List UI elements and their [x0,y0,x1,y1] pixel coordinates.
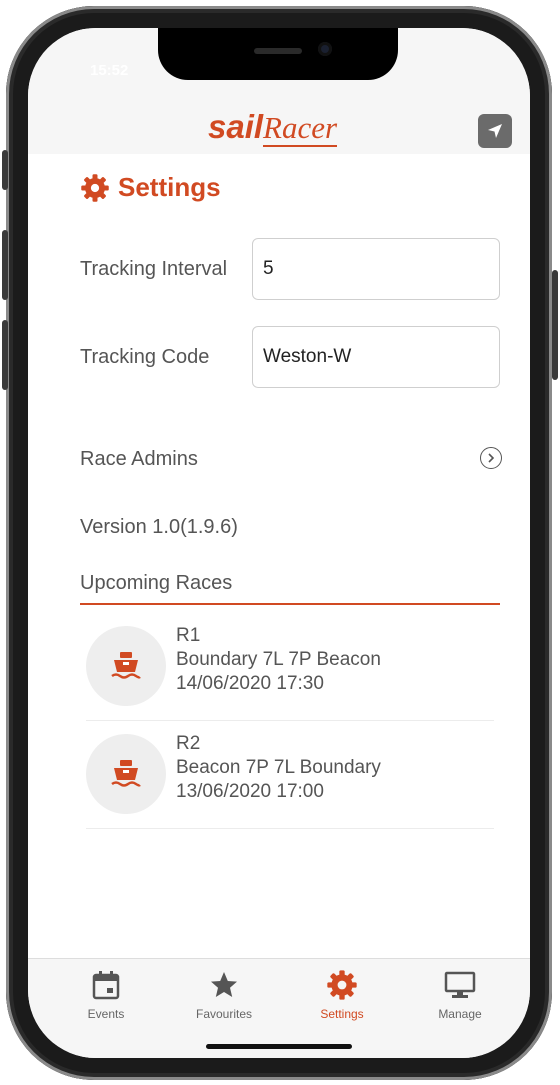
page-title-text: Settings [118,172,221,202]
status-time: 15:52 [90,62,129,79]
race-admins-label: Race Admins [80,448,198,470]
volume-up-button [2,230,8,300]
tracking-interval-input[interactable] [252,238,500,300]
page-title: Settings [80,172,221,203]
mute-switch [2,150,8,190]
tab-label: Settings [320,1007,364,1021]
race-datetime: 13/06/2020 17:00 [176,781,324,802]
navigation-button[interactable] [478,114,512,148]
speaker-grille [254,48,302,54]
location-arrow-icon [488,124,502,138]
tab-events[interactable]: Events [56,969,156,1029]
race-details: R2 Beacon 7P 7L Boundary 13/06/2020 17:0… [176,732,381,804]
race-datetime: 14/06/2020 17:30 [176,673,324,694]
tracking-code-input[interactable] [252,326,500,388]
race-course: Beacon 7P 7L Boundary [176,757,381,778]
tab-settings[interactable]: Settings [292,969,392,1029]
screen: 15:52 sailRacer Settings Tracking Interv… [28,28,530,1058]
calendar-icon [92,971,120,1000]
race-name: R1 [176,625,201,646]
upcoming-races-heading: Upcoming Races [80,572,500,605]
monitor-icon [444,971,476,998]
logo-racer: Racer [263,110,338,147]
status-bar: 15:52 [28,28,530,98]
app-header: sailRacer [28,98,530,154]
tab-manage[interactable]: Manage [410,969,510,1029]
notch [158,28,398,80]
tab-favourites[interactable]: Favourites [174,969,274,1029]
tab-bar: Events Favourites Settings Manage [28,958,530,1058]
front-camera [318,42,332,56]
star-icon [211,972,237,997]
sailracer-logo: sailRacer [208,108,338,147]
gear-icon [81,173,109,202]
tracking-interval-label: Tracking Interval [80,258,228,280]
tab-label: Favourites [195,1007,253,1021]
ship-icon [86,626,166,706]
tab-label: Events [87,1007,125,1021]
ship-icon [86,734,166,814]
home-indicator [206,1044,352,1049]
race-list-item[interactable]: R2 Beacon 7P 7L Boundary 13/06/2020 17:0… [86,724,494,829]
race-list-item[interactable]: R1 Boundary 7L 7P Beacon 14/06/2020 17:3… [86,616,494,721]
race-details: R1 Boundary 7L 7P Beacon 14/06/2020 17:3… [176,624,381,696]
chevron-right-icon [480,447,502,469]
race-admins-row[interactable]: Race Admins [80,444,502,476]
tracking-code-label: Tracking Code [80,346,210,368]
power-button [552,270,558,380]
tracking-interval-row: Tracking Interval [80,238,506,300]
tab-label: Manage [438,1007,482,1021]
logo-sail: sail [208,108,264,145]
gear-icon [327,970,357,1000]
race-course: Boundary 7L 7P Beacon [176,649,381,670]
volume-down-button [2,320,8,390]
race-name: R2 [176,733,201,754]
version-text: Version 1.0(1.9.6) [80,516,238,538]
tracking-code-row: Tracking Code [80,326,506,388]
